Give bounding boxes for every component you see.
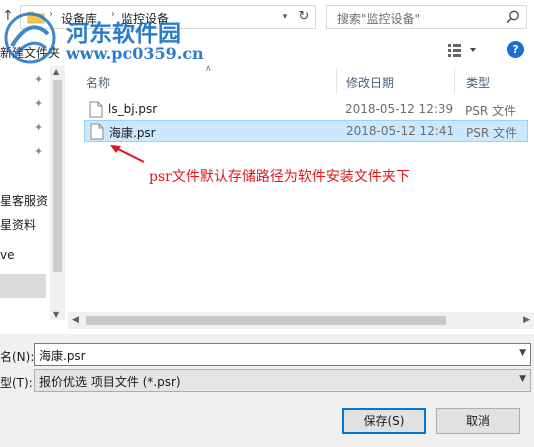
scroll-up-icon[interactable]: ▲ [53, 67, 59, 76]
column-header-type[interactable]: 类型 [466, 74, 490, 91]
file-list: ∧ 名称 修改日期 类型 ls_bj.psr 2018-05-12 12:39 … [68, 64, 534, 334]
search-box[interactable]: 搜索"监控设备" [326, 5, 527, 29]
chevron-down-icon[interactable]: ▼ [519, 348, 526, 358]
search-placeholder[interactable]: 搜索"监控设备" [337, 10, 420, 27]
file-icon [89, 101, 103, 118]
file-type: PSR 文件 [466, 126, 518, 140]
scroll-right-icon[interactable]: ▶ [523, 315, 530, 325]
nav-item-drive[interactable]: ve [0, 248, 14, 262]
filetype-label: 型(T): [0, 376, 33, 390]
nav-item-selected[interactable] [0, 274, 46, 298]
file-type: PSR 文件 [465, 104, 517, 118]
pin-icon[interactable]: ✦ [34, 146, 44, 158]
sort-ascending-icon: ∧ [205, 64, 212, 74]
breadcrumb-item-device-library[interactable]: 设备库 [61, 10, 97, 27]
view-options-icon[interactable] [446, 41, 478, 59]
column-header-name[interactable]: 名称 [86, 74, 110, 91]
column-divider[interactable] [454, 68, 455, 94]
nav-item-materials[interactable]: 星资料 [0, 216, 36, 233]
cancel-button[interactable]: 取消 [436, 408, 520, 434]
file-name: ls_bj.psr [108, 102, 158, 116]
help-icon[interactable]: ? [507, 41, 524, 58]
command-bar: 新建文件夹 ? [0, 36, 534, 64]
chevron-down-icon[interactable]: ▼ [519, 374, 526, 384]
column-divider[interactable] [336, 68, 337, 94]
column-header-date[interactable]: 修改日期 [346, 74, 394, 91]
scroll-thumb[interactable] [86, 316, 446, 325]
breadcrumb-item-monitor-devices[interactable]: 监控设备 [121, 10, 169, 27]
address-bar[interactable]: › 设备库 › 监控设备 ▾ ↻ [20, 5, 316, 29]
horizontal-scrollbar[interactable]: ◀ ▶ [68, 312, 534, 329]
scroll-thumb[interactable] [53, 80, 62, 272]
refresh-icon[interactable]: ↻ [296, 9, 312, 25]
folder-icon [27, 11, 45, 24]
breadcrumb-separator: › [111, 9, 115, 20]
scroll-down-icon[interactable]: ▼ [53, 310, 59, 319]
save-button[interactable]: 保存(S) [342, 408, 426, 434]
pin-icon[interactable]: ✦ [34, 98, 44, 110]
file-date: 2018-05-12 12:41 [346, 124, 455, 138]
navigation-pane: ✦ ✦ ✦ ✦ 星客服资 星资料 ve ▲ ▼ [0, 64, 66, 334]
breadcrumb-separator: › [49, 9, 53, 20]
search-icon[interactable] [505, 9, 521, 25]
save-form: 名(N): 海康.psr ▼ 型(T): 报价优选 项目文件 (*.psr) ▼… [0, 334, 534, 447]
annotation-text: psr文件默认存储路径为软件安装文件夹下 [149, 169, 410, 185]
file-name: 海康.psr [109, 126, 156, 140]
filename-label: 名(N): [0, 350, 35, 364]
annotation-arrow-icon [110, 145, 145, 163]
address-toolbar: ↑ › 设备库 › 监控设备 ▾ ↻ 搜索"监控设备" [0, 0, 534, 34]
new-folder-button[interactable]: 新建文件夹 [0, 44, 60, 61]
chevron-down-icon[interactable]: ▾ [279, 10, 291, 24]
up-arrow-icon[interactable]: ↑ [2, 8, 16, 24]
file-icon [90, 123, 104, 140]
filetype-value[interactable]: 报价优选 项目文件 (*.psr) [39, 373, 181, 390]
file-date: 2018-05-12 12:39 [345, 102, 454, 116]
nav-scrollbar[interactable]: ▲ ▼ [50, 66, 65, 320]
pin-icon[interactable]: ✦ [34, 74, 44, 86]
pin-icon[interactable]: ✦ [34, 122, 44, 134]
file-row-selected[interactable]: 海康.psr 2018-05-12 12:41 PSR 文件 [84, 120, 528, 142]
filename-value[interactable]: 海康.psr [39, 347, 86, 364]
column-header-row: ∧ 名称 修改日期 类型 [68, 64, 534, 96]
filetype-select[interactable]: 报价优选 项目文件 (*.psr) ▼ [34, 369, 531, 392]
nav-item-customer-service[interactable]: 星客服资 [0, 192, 48, 209]
scroll-left-icon[interactable]: ◀ [72, 315, 79, 325]
file-row[interactable]: ls_bj.psr 2018-05-12 12:39 PSR 文件 [84, 99, 528, 121]
filename-input[interactable]: 海康.psr ▼ [34, 343, 531, 366]
